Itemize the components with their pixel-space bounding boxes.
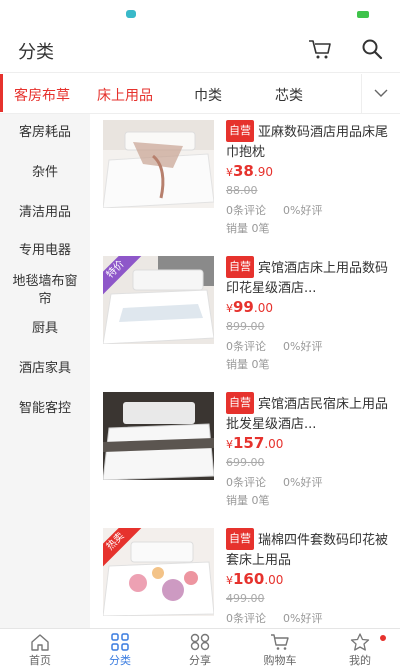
battery-icon xyxy=(357,11,369,18)
bottom-nav: 首页 分类 分享 购物车 我的 xyxy=(0,628,400,667)
original-price: 899.00 xyxy=(226,320,265,333)
product-list: 自营 亚麻数码酒店用品床尾巾抱枕 ¥38.90 88.00 0条评论 0%好评 销… xyxy=(90,114,400,628)
sidebar-item-misc[interactable]: 杂件 xyxy=(0,164,90,182)
comment-count: 0条评论 xyxy=(226,476,266,489)
self-operated-badge: 自营 xyxy=(226,256,254,278)
product-name[interactable]: 自营 亚麻数码酒店用品床尾巾抱枕 xyxy=(226,120,391,160)
status-bar xyxy=(0,0,400,28)
original-price: 499.00 xyxy=(226,592,265,605)
comment-count: 0条评论 xyxy=(226,204,266,217)
comment-count: 0条评论 xyxy=(226,340,266,353)
original-price: 699.00 xyxy=(226,456,265,469)
sidebar-item-smart-control[interactable]: 智能客控 xyxy=(0,400,90,418)
page-title: 分类 xyxy=(18,42,54,63)
chevron-down-icon xyxy=(374,89,388,97)
tabs-expand-button[interactable] xyxy=(361,74,400,113)
sidebar: 客房耗品 杂件 清洁用品 专用电器 地毯墙布窗帘 厨具 酒店家具 智能客控 xyxy=(0,114,90,628)
self-operated-badge: 自营 xyxy=(226,120,254,142)
product-image[interactable]: 特价 xyxy=(103,256,214,344)
product-price: ¥160.00 xyxy=(226,570,284,588)
sales-count: 销量 0笔 xyxy=(226,494,270,507)
product-name[interactable]: 自营 瑞棉四件套数码印花被套床上用品 xyxy=(226,528,391,568)
positive-rate: 0%好评 xyxy=(283,612,323,625)
product-image[interactable]: 热卖 xyxy=(103,528,214,616)
search-icon[interactable] xyxy=(361,38,383,60)
product-image[interactable] xyxy=(103,392,214,480)
product-name[interactable]: 自营 宾馆酒店民宿床上用品批发星级酒店... xyxy=(226,392,391,432)
tab-bedding[interactable]: 床上用品 xyxy=(97,85,153,105)
product-card[interactable]: 自营 亚麻数码酒店用品床尾巾抱枕 ¥38.90 88.00 0条评论 0%好评 销… xyxy=(90,114,400,250)
original-price: 88.00 xyxy=(226,184,258,197)
grid-icon xyxy=(111,633,129,651)
cart-icon xyxy=(271,634,289,650)
nav-category[interactable]: 分类 xyxy=(80,629,160,667)
sidebar-item-room-supplies[interactable]: 客房耗品 xyxy=(0,124,90,142)
sidebar-item-carpets-curtains[interactable]: 地毯墙布窗帘 xyxy=(7,273,83,309)
comment-count: 0条评论 xyxy=(226,612,266,625)
product-image[interactable] xyxy=(103,120,214,208)
product-card[interactable]: 热卖 自营 瑞棉四件套数码印花被套床上用品 ¥160.00 499.00 0条评论… xyxy=(90,522,400,628)
active-tab-indicator xyxy=(0,74,3,112)
self-operated-badge: 自营 xyxy=(226,528,254,550)
home-icon xyxy=(31,634,49,651)
self-operated-badge: 自营 xyxy=(226,392,254,414)
tab-towels[interactable]: 巾类 xyxy=(194,85,222,105)
notification-dot xyxy=(380,635,386,641)
product-card[interactable]: 自营 宾馆酒店民宿床上用品批发星级酒店... ¥157.00 699.00 0条评… xyxy=(90,386,400,522)
star-icon xyxy=(350,633,370,651)
nav-cart[interactable]: 购物车 xyxy=(240,629,320,667)
product-price: ¥99.00 xyxy=(226,298,273,316)
nav-home[interactable]: 首页 xyxy=(0,629,80,667)
sales-count: 销量 0笔 xyxy=(226,358,270,371)
sidebar-item-furniture[interactable]: 酒店家具 xyxy=(0,360,90,378)
category-tabs: 客房布草 床上用品 巾类 芯类 xyxy=(0,72,400,114)
tab-cores[interactable]: 芯类 xyxy=(275,85,303,105)
nav-share[interactable]: 分享 xyxy=(160,629,240,667)
sales-count: 销量 0笔 xyxy=(226,222,270,235)
sidebar-item-cleaning[interactable]: 清洁用品 xyxy=(0,204,90,222)
product-price: ¥157.00 xyxy=(226,434,284,452)
top-bar: 分类 xyxy=(0,28,400,72)
product-name[interactable]: 自营 宾馆酒店床上用品数码印花星级酒店... xyxy=(226,256,391,296)
positive-rate: 0%好评 xyxy=(283,340,323,353)
product-card[interactable]: 特价 自营 宾馆酒店床上用品数码印花星级酒店... ¥99.00 899.00 0… xyxy=(90,250,400,386)
cart-icon[interactable] xyxy=(308,38,332,60)
notification-icon xyxy=(126,10,136,18)
share-icon xyxy=(190,633,210,651)
nav-mine[interactable]: 我的 xyxy=(320,629,400,667)
sidebar-item-appliances[interactable]: 专用电器 xyxy=(0,242,90,260)
product-price: ¥38.90 xyxy=(226,162,273,180)
positive-rate: 0%好评 xyxy=(283,476,323,489)
positive-rate: 0%好评 xyxy=(283,204,323,217)
sidebar-item-kitchenware[interactable]: 厨具 xyxy=(0,320,90,338)
tab-room-linen[interactable]: 客房布草 xyxy=(14,85,70,105)
